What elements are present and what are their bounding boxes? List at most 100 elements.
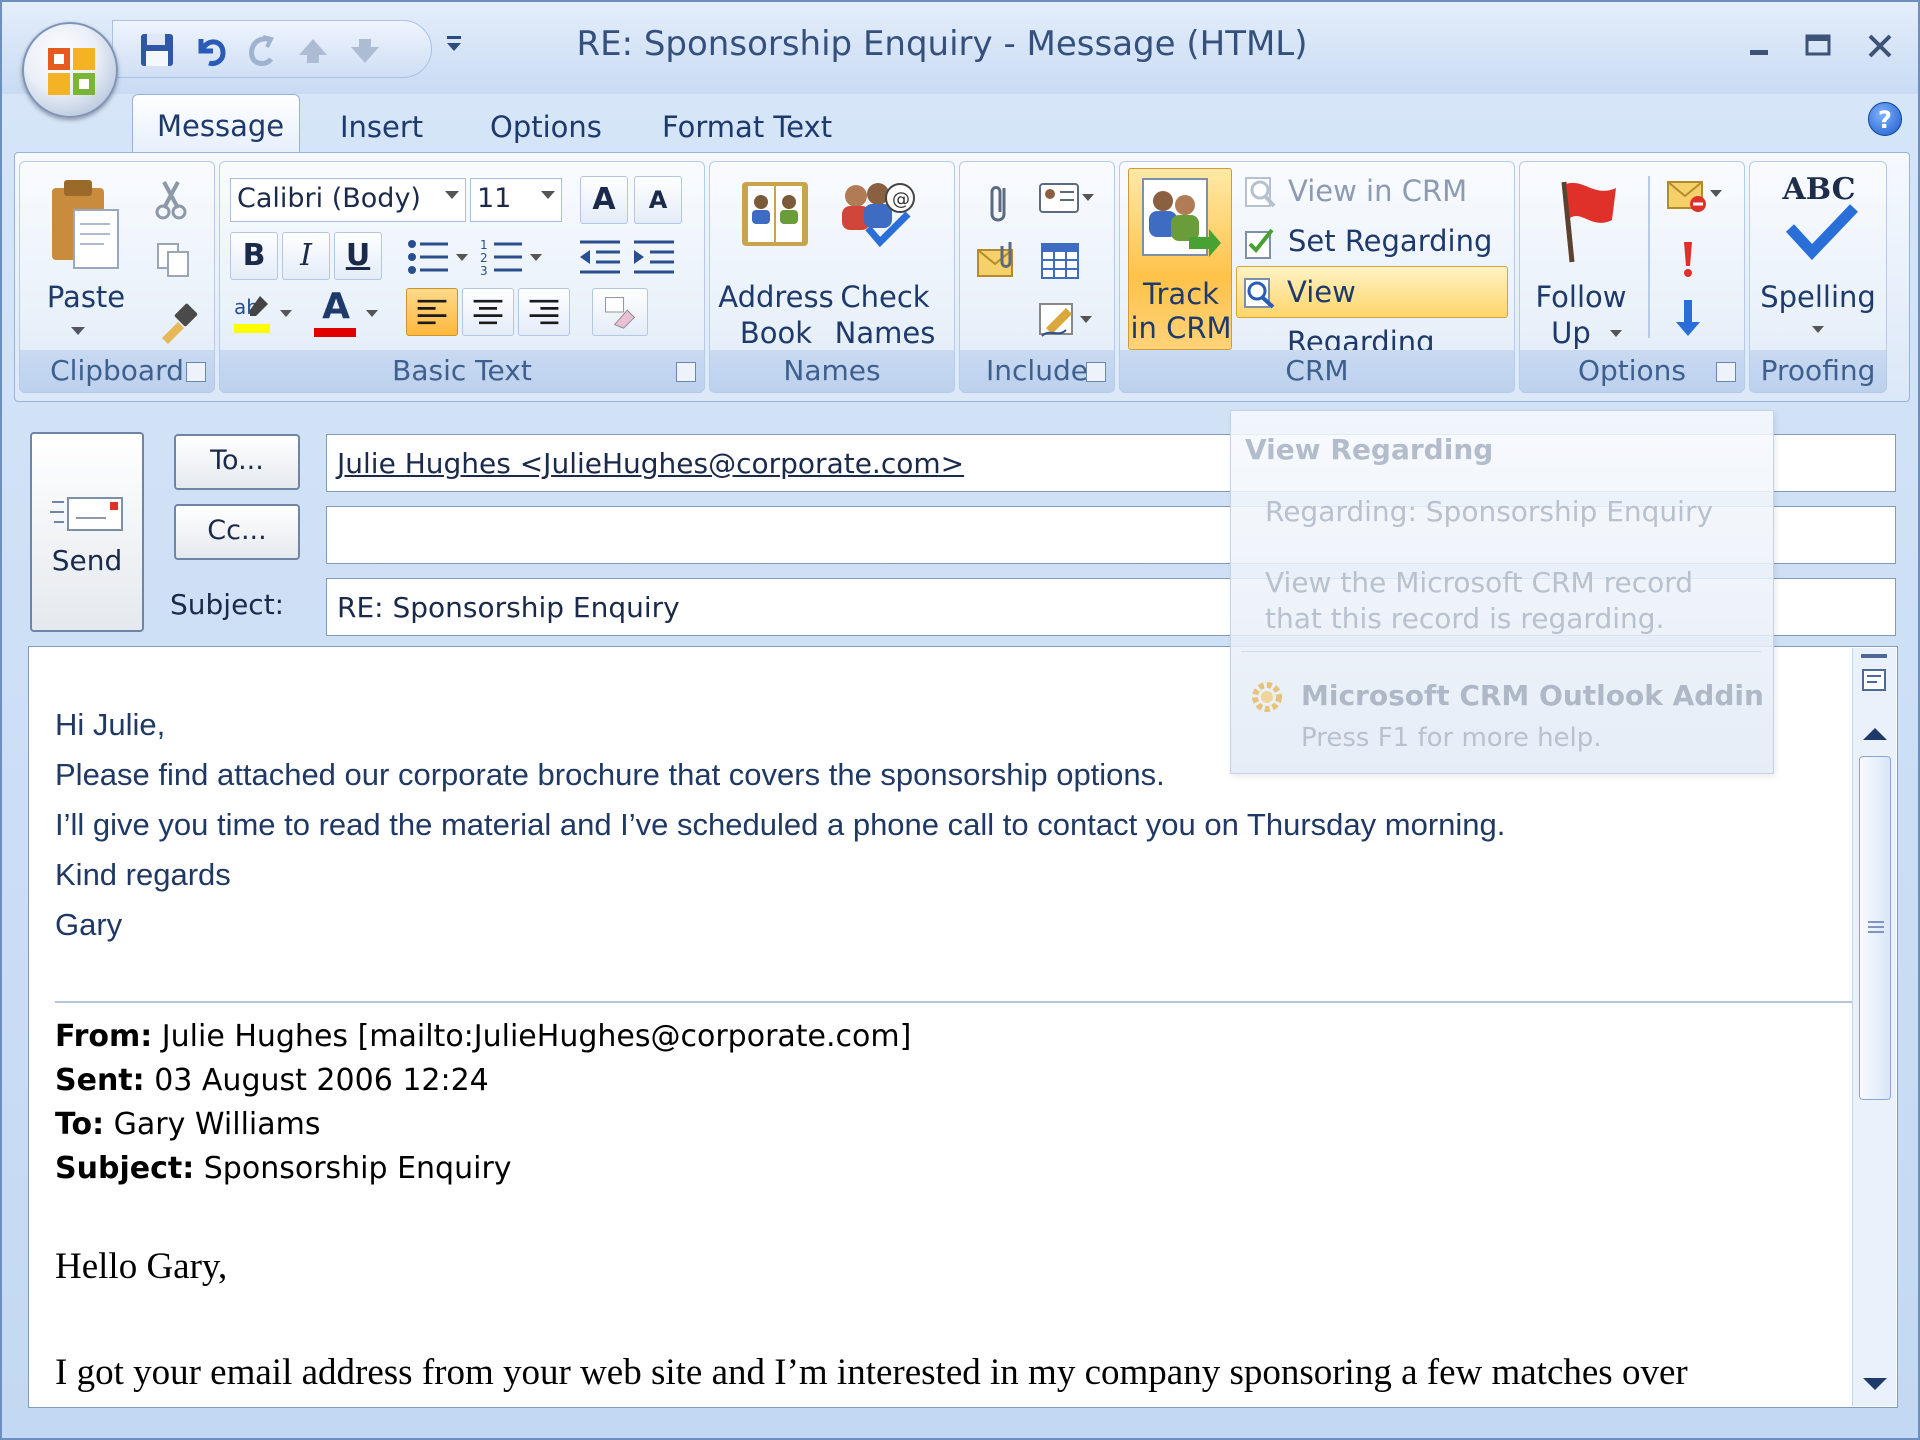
bullets-icon[interactable] [404,234,474,280]
business-card-icon[interactable] [1036,178,1096,218]
highlight-icon[interactable]: ab [230,290,300,338]
send-label: Send [51,544,123,577]
include-group: Include [959,161,1115,393]
copy-icon[interactable] [154,240,194,280]
minimize-icon[interactable] [1738,26,1782,66]
center-button[interactable] [462,288,514,336]
follow-up-flag-icon[interactable] [1550,178,1622,264]
decrease-indent-icon[interactable] [576,234,626,280]
bold-label: B [242,238,266,273]
grip-icon [1868,921,1884,933]
send-button[interactable]: Send [30,432,144,632]
italic-button[interactable]: I [282,232,330,280]
customize-toolbar-icon[interactable] [442,32,466,56]
close-icon[interactable] [1858,26,1902,66]
tooltip-separator [1241,651,1761,652]
maximize-icon[interactable] [1796,26,1840,66]
basic-text-launcher[interactable] [676,362,696,382]
to-button[interactable]: To... [174,434,300,490]
font-color-dropdown-icon[interactable] [364,308,380,320]
eraser-icon [605,297,636,329]
clipboard-group-label: Clipboard [20,350,214,392]
view-in-crm-label: View in CRM [1288,174,1468,208]
undo-icon[interactable] [191,31,231,69]
permission-icon[interactable] [1664,176,1726,216]
follow-up-label-1[interactable]: Follow [1526,280,1636,314]
check-names-label-1[interactable]: Check [830,280,940,314]
tab-insert[interactable]: Insert [316,100,447,152]
format-painter-icon[interactable] [154,302,198,346]
previous-item-icon[interactable] [293,31,333,69]
paste-label[interactable]: Paste [38,280,134,314]
check-names-label-2[interactable]: Names [830,316,940,350]
quoted-sent: Sent: 03 August 2006 12:24 [55,1063,489,1098]
svg-text:3: 3 [480,264,488,278]
font-color-button[interactable]: A [312,286,360,327]
view-in-crm-button[interactable]: View in CRM [1238,166,1508,218]
help-button[interactable]: ? [1868,102,1902,136]
subject-value: RE: Sponsorship Enquiry [337,591,680,624]
address-book-icon[interactable] [736,176,814,254]
include-launcher[interactable] [1086,362,1106,382]
high-importance-icon[interactable] [1676,240,1700,280]
ruler-toggle-icon[interactable] [1859,664,1891,696]
attach-item-icon[interactable] [976,238,1022,282]
align-left-button[interactable] [406,288,458,336]
follow-up-dropdown-icon[interactable] [1608,328,1624,340]
to-recipient[interactable]: Julie Hughes <JulieHughes@corporate.com> [337,447,964,480]
scroll-up-arrow[interactable] [1863,728,1887,740]
vertical-scrollbar[interactable] [1852,648,1896,1406]
spelling-check-icon[interactable] [1780,202,1860,260]
attach-file-icon[interactable] [984,180,1014,226]
track-label-2: in CRM [1130,311,1232,345]
track-in-crm-button[interactable]: Track in CRM [1128,168,1232,350]
save-icon[interactable] [137,31,177,69]
numbering-icon[interactable]: 123 [478,234,548,280]
grow-font-button[interactable]: A [580,176,628,224]
svg-text:1: 1 [480,238,488,252]
low-importance-icon[interactable] [1674,298,1702,338]
font-size-select[interactable]: 11 [470,178,562,222]
shrink-font-button[interactable]: A [634,176,682,224]
signature-icon[interactable] [1036,298,1100,342]
align-right-button[interactable] [518,288,570,336]
address-book-label-1[interactable]: Address [716,280,836,314]
tab-format-text[interactable]: Format Text [638,100,856,152]
cc-button[interactable]: Cc... [174,504,300,560]
follow-up-label-2[interactable]: Up [1526,316,1616,350]
calendar-icon[interactable] [1038,238,1082,282]
set-regarding-button[interactable]: Set Regarding [1238,216,1508,268]
clipboard-group: Paste Clipboard [19,161,215,393]
quoted-sent-value: 03 August 2006 12:24 [154,1063,489,1098]
cut-icon[interactable] [154,180,188,220]
font-name-select[interactable]: Calibri (Body) [230,178,466,222]
next-item-icon[interactable] [345,31,385,69]
increase-indent-icon[interactable] [630,234,680,280]
body-line-3: Kind regards [55,857,231,892]
bold-button[interactable]: B [230,232,278,280]
split-handle[interactable] [1861,654,1887,658]
redo-icon[interactable] [241,31,281,69]
options-divider [1648,176,1650,338]
underline-button[interactable]: U [334,232,382,280]
paste-icon[interactable] [46,176,126,276]
tooltip-title: View Regarding [1245,433,1494,466]
paste-dropdown-icon[interactable] [68,324,88,338]
spelling-dropdown-icon[interactable] [1810,324,1826,336]
office-button[interactable] [22,22,118,118]
tab-message[interactable]: Message [132,94,300,152]
address-book-label-2[interactable]: Book [716,316,836,350]
scroll-down-arrow[interactable] [1863,1378,1887,1390]
title-bar: RE: Sponsorship Enquiry - Message (HTML) [2,2,1918,94]
scroll-thumb[interactable] [1859,756,1891,1100]
spelling-label[interactable]: Spelling [1750,280,1886,314]
check-names-icon[interactable]: @ [834,176,922,254]
options-launcher[interactable] [1716,362,1736,382]
view-regarding-label: View Regarding [1287,275,1435,359]
clear-formatting-button[interactable] [592,288,648,336]
tooltip-description: View the Microsoft CRM record that this … [1265,566,1694,635]
align-left-icon [417,299,447,325]
view-regarding-button[interactable]: View Regarding [1236,266,1508,359]
clipboard-launcher[interactable] [186,362,206,382]
tab-options[interactable]: Options [466,100,626,152]
